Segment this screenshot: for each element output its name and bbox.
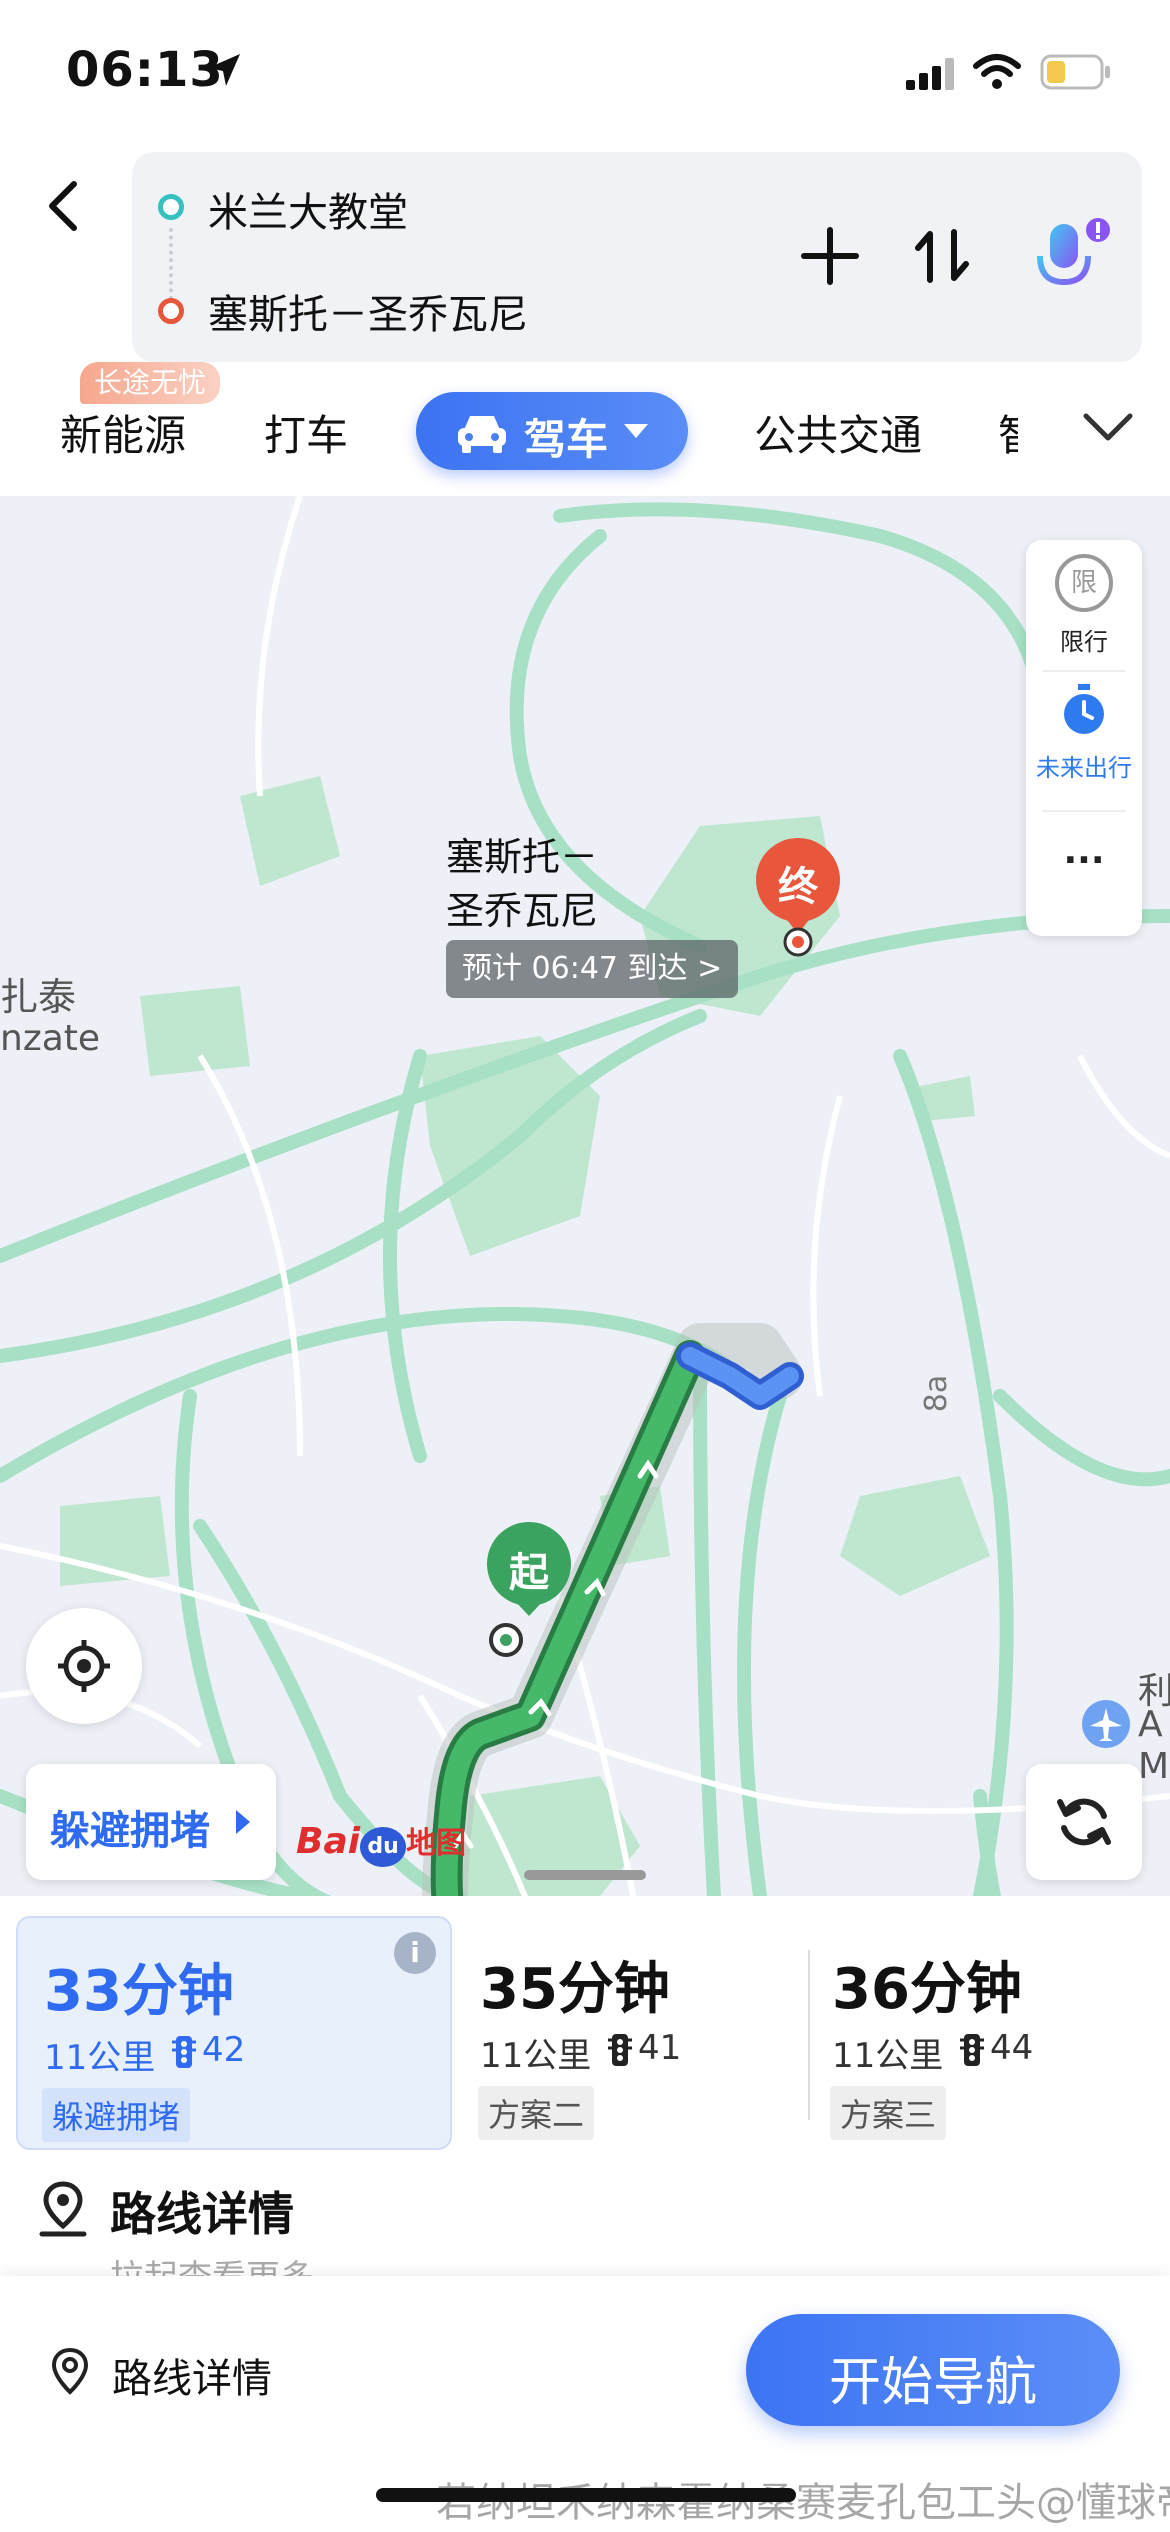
option-lights: 41 bbox=[638, 2028, 682, 2068]
wifi-icon bbox=[973, 54, 1021, 89]
place-label-left2: nzate bbox=[0, 1018, 101, 1059]
route-option-2[interactable]: 35分钟 11公里 41 方案二 bbox=[470, 1916, 800, 2146]
dropdown-caret-icon bbox=[624, 424, 648, 438]
restriction-icon: 限 bbox=[1055, 554, 1113, 612]
locate-button[interactable] bbox=[26, 1608, 142, 1724]
tab-drive-label: 驾车 bbox=[524, 415, 609, 464]
option-time: 35分钟 bbox=[480, 1957, 670, 2022]
traffic-light-icon bbox=[608, 2034, 632, 2066]
option-lights: 42 bbox=[202, 2030, 246, 2070]
option-tag: 方案三 bbox=[830, 2086, 947, 2140]
option-tag: 方案二 bbox=[478, 2086, 595, 2140]
option-distance: 11公里 bbox=[480, 2036, 592, 2076]
long-trip-badge: 长途无忧 bbox=[80, 362, 221, 404]
option-distance: 11公里 bbox=[44, 2038, 156, 2078]
tab-taxi[interactable]: 打车 bbox=[264, 402, 348, 463]
stopwatch-icon bbox=[1064, 684, 1104, 734]
tab-public-transit[interactable]: 公共交通 bbox=[754, 402, 922, 463]
map-side-panel: 限 限行 未来出行 ··· bbox=[1026, 540, 1142, 936]
place-label-left1: 扎泰 bbox=[0, 975, 77, 1019]
destination-map-label-line2: 圣乔瓦尼 bbox=[446, 889, 599, 933]
status-time: 06:13 bbox=[66, 42, 224, 98]
route-option-1[interactable]: 33分钟 i 11公里 42 躲避拥堵 bbox=[16, 1916, 452, 2150]
crosshair-icon bbox=[58, 1640, 110, 1692]
panel-divider bbox=[1042, 810, 1126, 812]
logo-map: 地图 bbox=[406, 1826, 467, 1861]
route-details-subtitle: 拉起查看更多 bbox=[110, 2258, 314, 2278]
route-options-sheet: 33分钟 i 11公里 42 躲避拥堵 35分钟 11公里 41 方案二 36分… bbox=[0, 1870, 1170, 2278]
sheet-grabber[interactable] bbox=[524, 1870, 646, 1880]
voice-input-icon[interactable] bbox=[1032, 216, 1112, 306]
home-indicator bbox=[376, 2488, 796, 2502]
location-arrow-icon bbox=[208, 54, 240, 86]
chevron-down-icon[interactable] bbox=[1082, 410, 1134, 446]
route-connector bbox=[169, 228, 177, 300]
origin-dot-icon bbox=[158, 194, 184, 220]
eta-bubble-text: 预计 06:47 到达 > bbox=[462, 951, 723, 986]
option-distance: 11公里 bbox=[832, 2036, 944, 2076]
origin-input[interactable]: 米兰大教堂 bbox=[208, 180, 408, 238]
airport-icon bbox=[1082, 1700, 1130, 1748]
info-icon-glyph: i bbox=[410, 1936, 420, 1969]
restriction-icon-text: 限 bbox=[1070, 568, 1097, 598]
route-details-button[interactable]: 路线详情 bbox=[40, 2326, 340, 2416]
car-icon bbox=[458, 416, 506, 453]
option-time: 33分钟 bbox=[44, 1959, 234, 2024]
route-input-card: 米兰大教堂 塞斯托－圣乔瓦尼 bbox=[132, 152, 1142, 362]
start-marker[interactable]: 起 bbox=[484, 1520, 574, 1660]
future-trip-label: 未来出行 bbox=[1036, 754, 1132, 782]
map-view[interactable]: 塞斯托－ 圣乔瓦尼 预计 06:47 到达 > 扎泰 nzate 8a 利 A … bbox=[0, 496, 1170, 1896]
end-marker-label: 终 bbox=[778, 864, 818, 910]
caret-right-icon bbox=[236, 1810, 250, 1834]
panel-divider bbox=[1042, 670, 1126, 672]
back-icon[interactable] bbox=[40, 176, 90, 236]
logo-bai: Bai bbox=[296, 1821, 361, 1862]
destination-input[interactable]: 塞斯托－圣乔瓦尼 bbox=[208, 282, 528, 340]
swap-route-icon[interactable] bbox=[914, 226, 970, 286]
route-option-3[interactable]: 36分钟 11公里 44 方案三 bbox=[822, 1916, 1152, 2146]
refresh-route-button[interactable] bbox=[1026, 1764, 1142, 1880]
add-waypoint-icon[interactable] bbox=[800, 226, 860, 286]
tab-drive[interactable]: 驾车 bbox=[416, 392, 688, 470]
tabs-fade bbox=[1020, 386, 1060, 476]
start-navigation-label: 开始导航 bbox=[828, 2353, 1037, 2413]
refresh-icon bbox=[1057, 1798, 1111, 1846]
avoid-congestion-label: 躲避拥堵 bbox=[50, 1808, 210, 1854]
destination-map-label-line1: 塞斯托－ bbox=[446, 835, 599, 879]
map-canvas bbox=[0, 496, 1170, 1896]
route-details-title: 路线详情 bbox=[110, 2187, 294, 2241]
route-details-button-label: 路线详情 bbox=[112, 2356, 272, 2402]
route-details-row[interactable]: 路线详情 拉起查看更多 bbox=[0, 2168, 1170, 2278]
option-divider bbox=[808, 1950, 810, 2120]
right-edge-label2: A bbox=[1138, 1704, 1163, 1745]
start-navigation-button[interactable]: 开始导航 bbox=[746, 2314, 1120, 2426]
avoid-congestion-button[interactable]: 躲避拥堵 bbox=[26, 1764, 276, 1880]
signal-icon bbox=[906, 58, 954, 90]
restriction-button[interactable]: 限 限行 bbox=[1026, 540, 1142, 666]
baidu-map-logo: Bai du 地图 bbox=[296, 1818, 466, 1868]
future-trip-button[interactable]: 未来出行 bbox=[1026, 676, 1142, 802]
location-pin-icon bbox=[51, 2347, 89, 2395]
destination-dot-icon bbox=[158, 298, 184, 324]
option-time: 36分钟 bbox=[832, 1957, 1022, 2022]
eta-bubble[interactable]: 预计 06:47 到达 > bbox=[446, 940, 739, 998]
route-pin-icon bbox=[39, 2181, 87, 2237]
tab-new-energy[interactable]: 新能源 bbox=[60, 402, 186, 463]
battery-icon bbox=[1040, 54, 1110, 90]
traffic-light-icon bbox=[172, 2036, 196, 2068]
start-marker-label: 起 bbox=[509, 1550, 549, 1596]
info-icon[interactable]: i bbox=[394, 1932, 436, 1974]
restriction-label: 限行 bbox=[1060, 628, 1108, 656]
end-marker[interactable]: 终 bbox=[756, 838, 840, 958]
destination-map-label: 塞斯托－ 圣乔瓦尼 bbox=[446, 830, 598, 938]
road-label: 8a bbox=[919, 1374, 955, 1413]
traffic-light-icon bbox=[960, 2034, 984, 2066]
status-bar: 06:13 bbox=[0, 0, 1170, 140]
more-options-icon[interactable]: ··· bbox=[1026, 840, 1142, 881]
right-edge-label3: M bbox=[1138, 1746, 1170, 1787]
option-lights: 44 bbox=[990, 2028, 1034, 2068]
logo-du: du bbox=[360, 1827, 407, 1867]
option-tag: 躲避拥堵 bbox=[42, 2088, 191, 2142]
